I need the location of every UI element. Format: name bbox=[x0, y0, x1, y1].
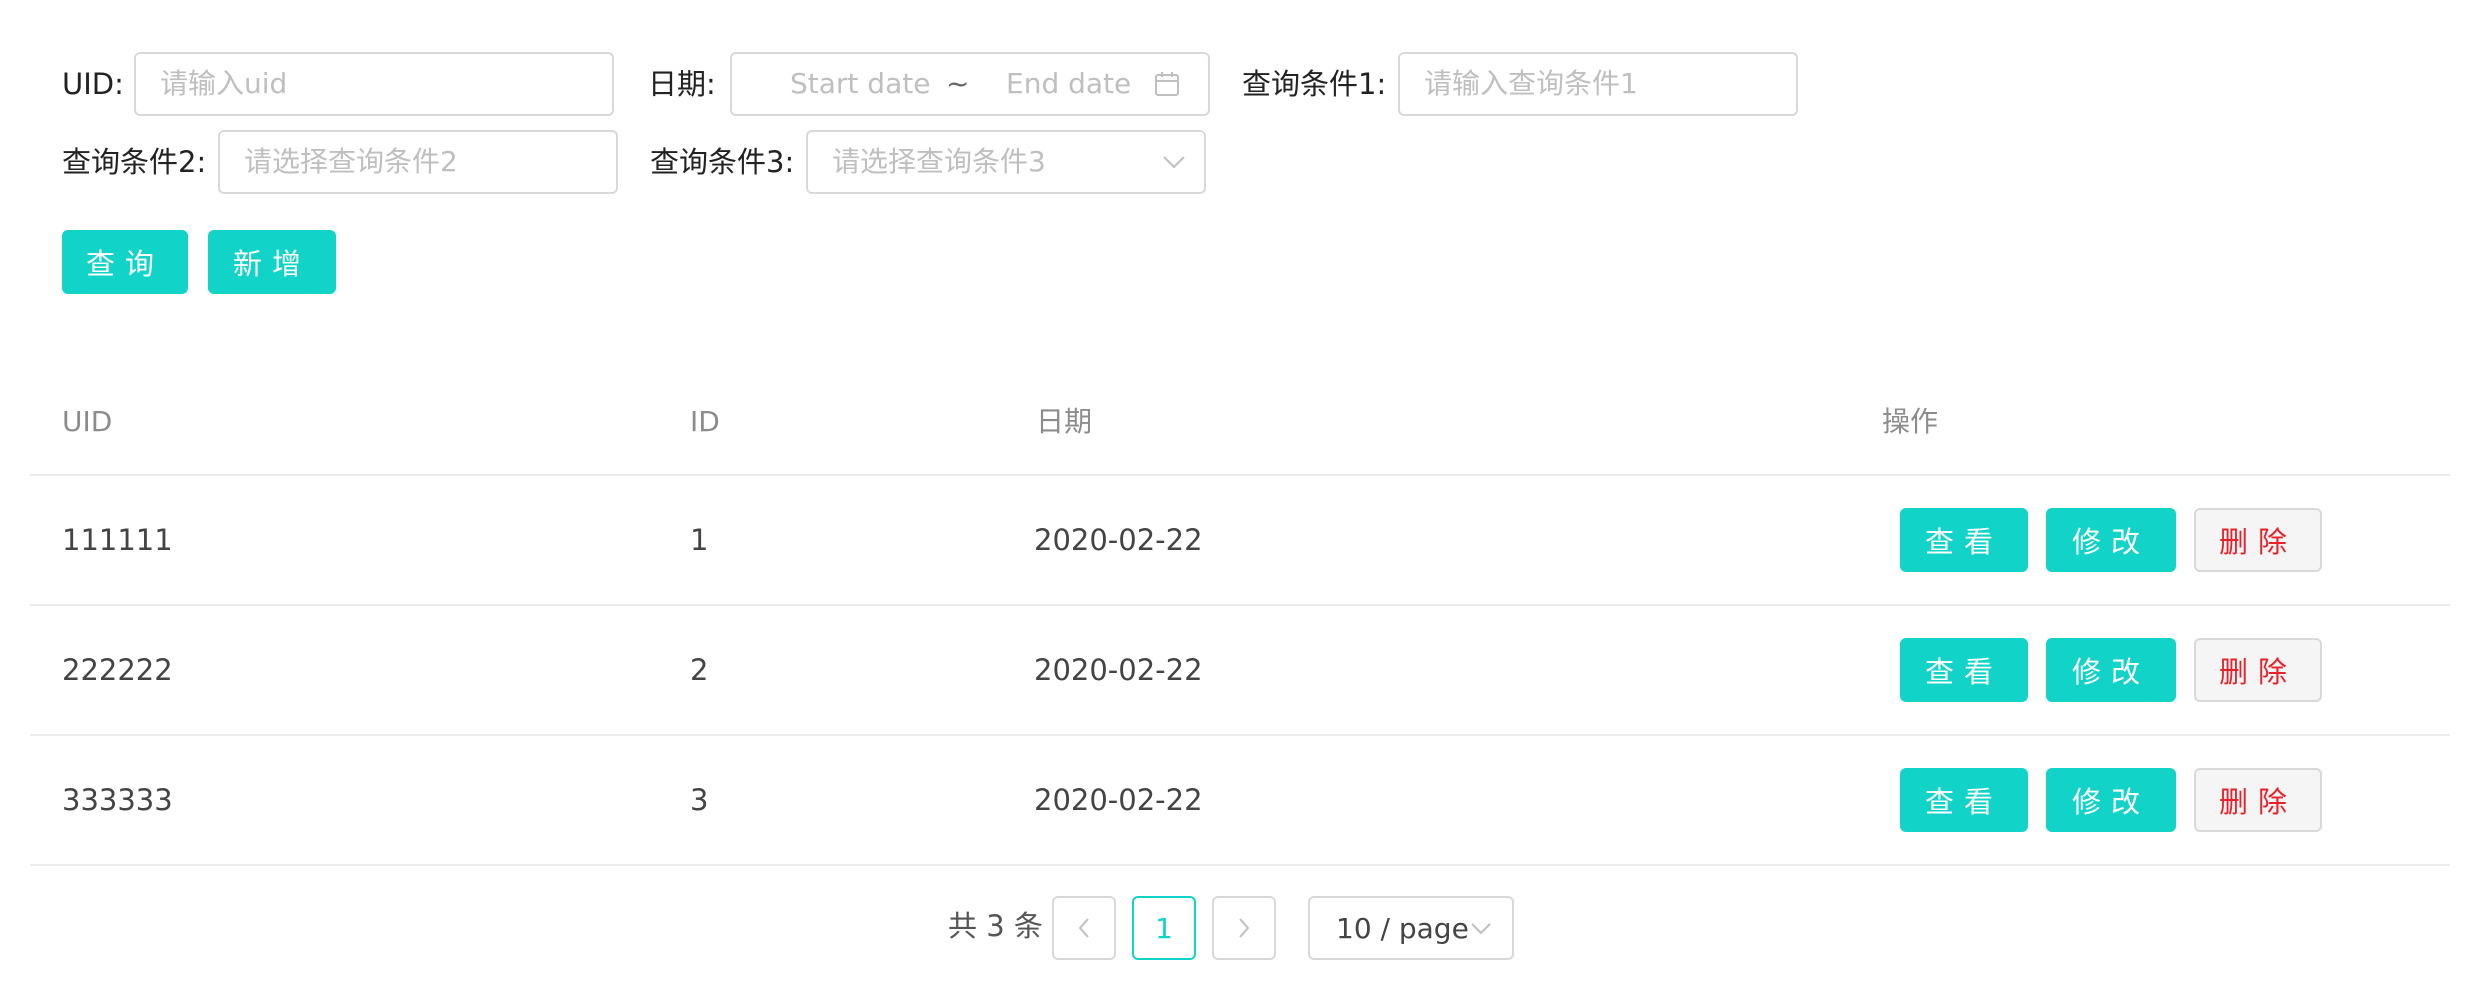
cell-date: 2020-02-22 bbox=[1034, 783, 1203, 817]
prev-page-button[interactable] bbox=[1052, 896, 1116, 960]
cell-uid: 333333 bbox=[62, 783, 173, 817]
uid-label: UID: bbox=[62, 67, 124, 101]
query-button[interactable]: 查询 bbox=[62, 230, 188, 294]
delete-button[interactable]: 删除 bbox=[2194, 768, 2322, 832]
next-page-button[interactable] bbox=[1212, 896, 1276, 960]
cell-id: 2 bbox=[690, 653, 709, 687]
delete-button[interactable]: 删除 bbox=[2194, 508, 2322, 572]
total-count: 共 3 条 bbox=[948, 909, 1043, 943]
cond1-input[interactable]: 请输入查询条件1 bbox=[1398, 52, 1798, 116]
date-label: 日期: bbox=[648, 67, 716, 101]
cell-id: 3 bbox=[690, 783, 709, 817]
row-divider bbox=[30, 734, 2450, 736]
cond1-placeholder: 请输入查询条件1 bbox=[1424, 67, 1638, 100]
edit-button[interactable]: 修改 bbox=[2046, 638, 2176, 702]
calendar-icon bbox=[1154, 71, 1180, 97]
cond2-label: 查询条件2: bbox=[62, 145, 207, 179]
cond3-label: 查询条件3: bbox=[650, 145, 795, 179]
uid-placeholder: 请输入uid bbox=[160, 67, 288, 100]
header-id: ID bbox=[690, 405, 720, 438]
header-divider bbox=[30, 474, 2450, 476]
view-button[interactable]: 查看 bbox=[1900, 768, 2028, 832]
page-size-value: 10 / page bbox=[1336, 911, 1469, 945]
cond3-placeholder: 请选择查询条件3 bbox=[832, 145, 1046, 178]
uid-input[interactable]: 请输入uid bbox=[134, 52, 614, 116]
chevron-left-icon bbox=[1078, 918, 1089, 938]
page-item-1[interactable]: 1 bbox=[1132, 896, 1196, 960]
chevron-right-icon bbox=[1239, 918, 1250, 938]
cell-date: 2020-02-22 bbox=[1034, 653, 1203, 687]
add-button[interactable]: 新增 bbox=[208, 230, 336, 294]
cell-uid: 111111 bbox=[62, 523, 173, 557]
cell-date: 2020-02-22 bbox=[1034, 523, 1203, 557]
cond3-select[interactable]: 请选择查询条件3 bbox=[806, 130, 1206, 194]
header-ops: 操作 bbox=[1882, 405, 1939, 438]
view-button[interactable]: 查看 bbox=[1900, 508, 2028, 572]
chevron-down-icon bbox=[1162, 154, 1186, 170]
row-divider bbox=[30, 864, 2450, 866]
date-separator: ~ bbox=[946, 67, 970, 100]
page-size-select[interactable]: 10 / page bbox=[1308, 896, 1514, 960]
header-uid: UID bbox=[62, 405, 113, 438]
edit-button[interactable]: 修改 bbox=[2046, 508, 2176, 572]
cond2-placeholder: 请选择查询条件2 bbox=[244, 145, 458, 178]
date-range-picker[interactable]: Start date ~ End date bbox=[730, 52, 1210, 116]
delete-button[interactable]: 删除 bbox=[2194, 638, 2322, 702]
view-button[interactable]: 查看 bbox=[1900, 638, 2028, 702]
cell-uid: 222222 bbox=[62, 653, 173, 687]
start-date-input[interactable]: Start date bbox=[790, 54, 930, 114]
cell-id: 1 bbox=[690, 523, 709, 557]
header-date: 日期 bbox=[1036, 405, 1093, 438]
end-date-input[interactable]: End date bbox=[1006, 54, 1131, 114]
chevron-down-icon bbox=[1471, 923, 1491, 935]
row-divider bbox=[30, 604, 2450, 606]
cond2-input[interactable]: 请选择查询条件2 bbox=[218, 130, 618, 194]
cond1-label: 查询条件1: bbox=[1242, 67, 1387, 101]
edit-button[interactable]: 修改 bbox=[2046, 768, 2176, 832]
